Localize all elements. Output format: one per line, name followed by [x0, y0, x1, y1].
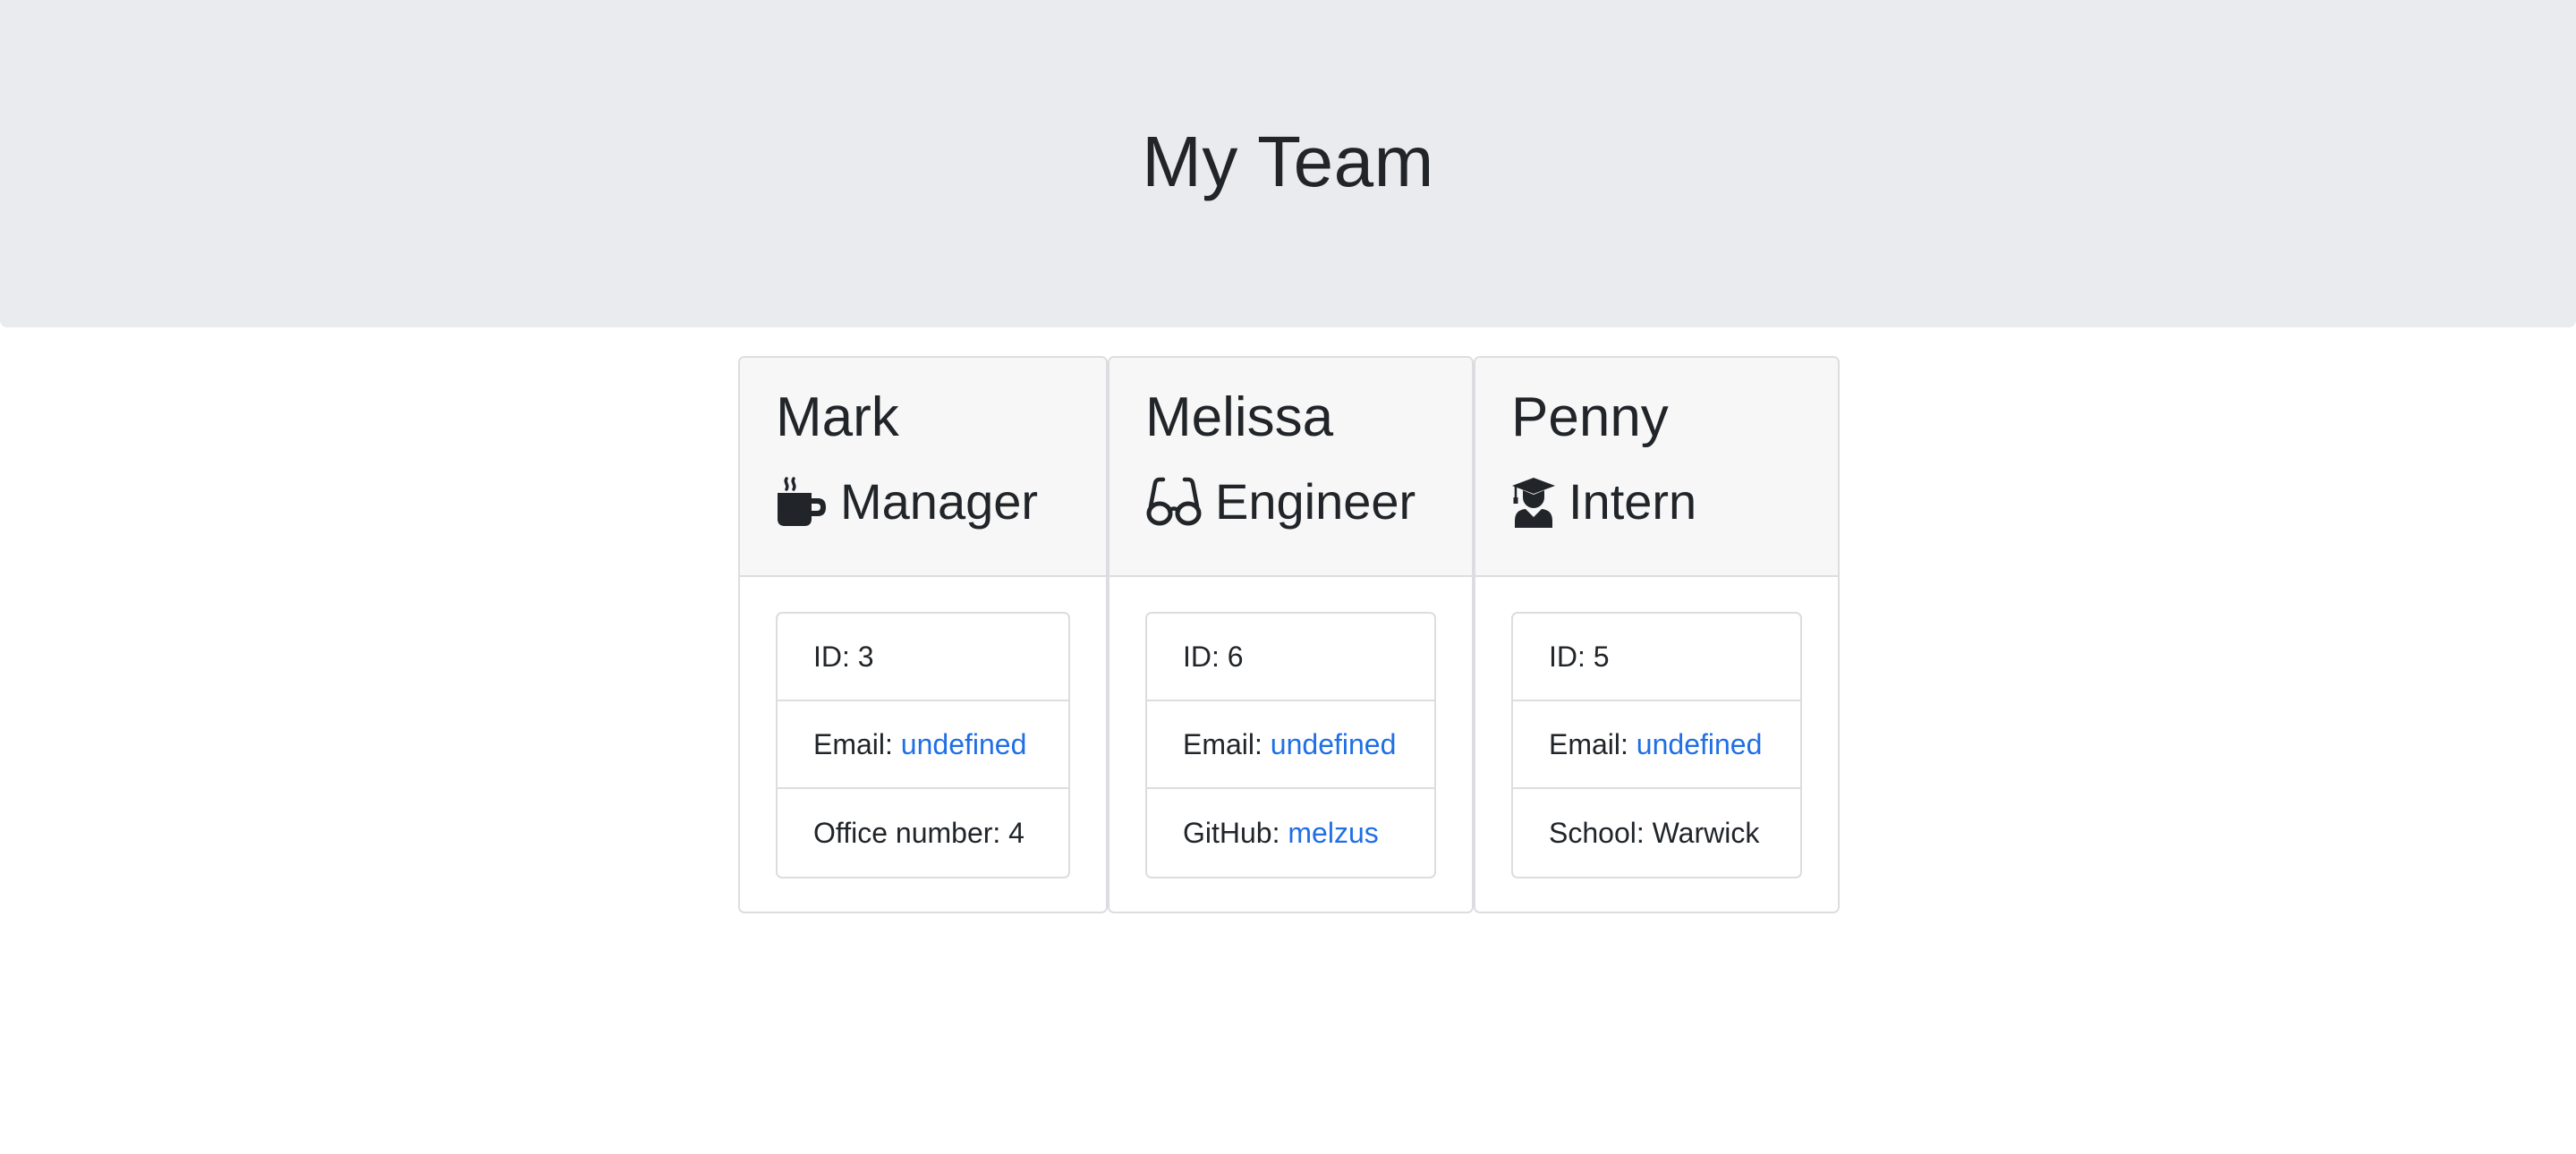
list-item-github: GitHub: melzus	[1147, 789, 1434, 877]
employee-name: Mark	[776, 386, 899, 448]
employee-details-list: ID: 6 Email: undefined GitHub: melzus	[1145, 612, 1436, 878]
glasses-icon	[1145, 476, 1203, 528]
card-header: Mark Manager	[740, 358, 1106, 577]
id-text: ID: 5	[1549, 640, 1610, 673]
list-item-email: Email: undefined	[1513, 701, 1800, 789]
header-jumbotron: My Team	[0, 0, 2576, 327]
employee-card-intern: Penny Intern ID: 5 Email: undefined Scho…	[1474, 356, 1840, 913]
github-link[interactable]: melzus	[1288, 817, 1378, 850]
graduate-icon	[1511, 476, 1556, 528]
list-item-email: Email: undefined	[1147, 701, 1434, 789]
employee-card-engineer: Melissa Engineer ID: 6 Email: undefined …	[1108, 356, 1474, 913]
list-item-office-number: Office number: 4	[778, 789, 1068, 877]
list-item-id: ID: 6	[1147, 614, 1434, 701]
list-item-school: School: Warwick	[1513, 789, 1800, 877]
id-text: ID: 6	[1183, 640, 1244, 673]
employee-name: Melissa	[1145, 386, 1334, 448]
mug-icon	[776, 476, 828, 528]
list-item-id: ID: 3	[778, 614, 1068, 701]
employee-role: Engineer	[1145, 476, 1472, 528]
employee-name: Penny	[1511, 386, 1669, 448]
page-title: My Team	[1142, 122, 1434, 201]
employee-role-label: Intern	[1569, 473, 1697, 530]
employee-role: Intern	[1511, 476, 1838, 528]
card-body: ID: 5 Email: undefined School: Warwick	[1475, 577, 1838, 878]
email-link[interactable]: undefined	[1271, 728, 1397, 761]
email-label: Email:	[1183, 727, 1262, 760]
employee-role-label: Engineer	[1215, 473, 1416, 530]
employee-role-label: Manager	[840, 473, 1039, 530]
school-text: School: Warwick	[1549, 816, 1760, 849]
employee-details-list: ID: 5 Email: undefined School: Warwick	[1511, 612, 1802, 878]
card-body: ID: 6 Email: undefined GitHub: melzus	[1109, 577, 1472, 878]
employee-role: Manager	[776, 476, 1106, 528]
office-number-text: Office number: 4	[813, 816, 1024, 849]
email-link[interactable]: undefined	[901, 728, 1027, 761]
email-label: Email:	[813, 727, 893, 760]
card-header: Melissa Engineer	[1109, 358, 1472, 577]
email-link[interactable]: undefined	[1637, 728, 1763, 761]
team-cards: Mark Manager ID: 3 Email: undefined Offi…	[738, 356, 1840, 913]
email-label: Email:	[1549, 727, 1628, 760]
id-text: ID: 3	[813, 640, 874, 673]
list-item-email: Email: undefined	[778, 701, 1068, 789]
employee-card-manager: Mark Manager ID: 3 Email: undefined Offi…	[738, 356, 1108, 913]
card-header: Penny Intern	[1475, 358, 1838, 577]
employee-details-list: ID: 3 Email: undefined Office number: 4	[776, 612, 1070, 878]
github-label: GitHub:	[1183, 816, 1280, 849]
list-item-id: ID: 5	[1513, 614, 1800, 701]
card-body: ID: 3 Email: undefined Office number: 4	[740, 577, 1106, 878]
